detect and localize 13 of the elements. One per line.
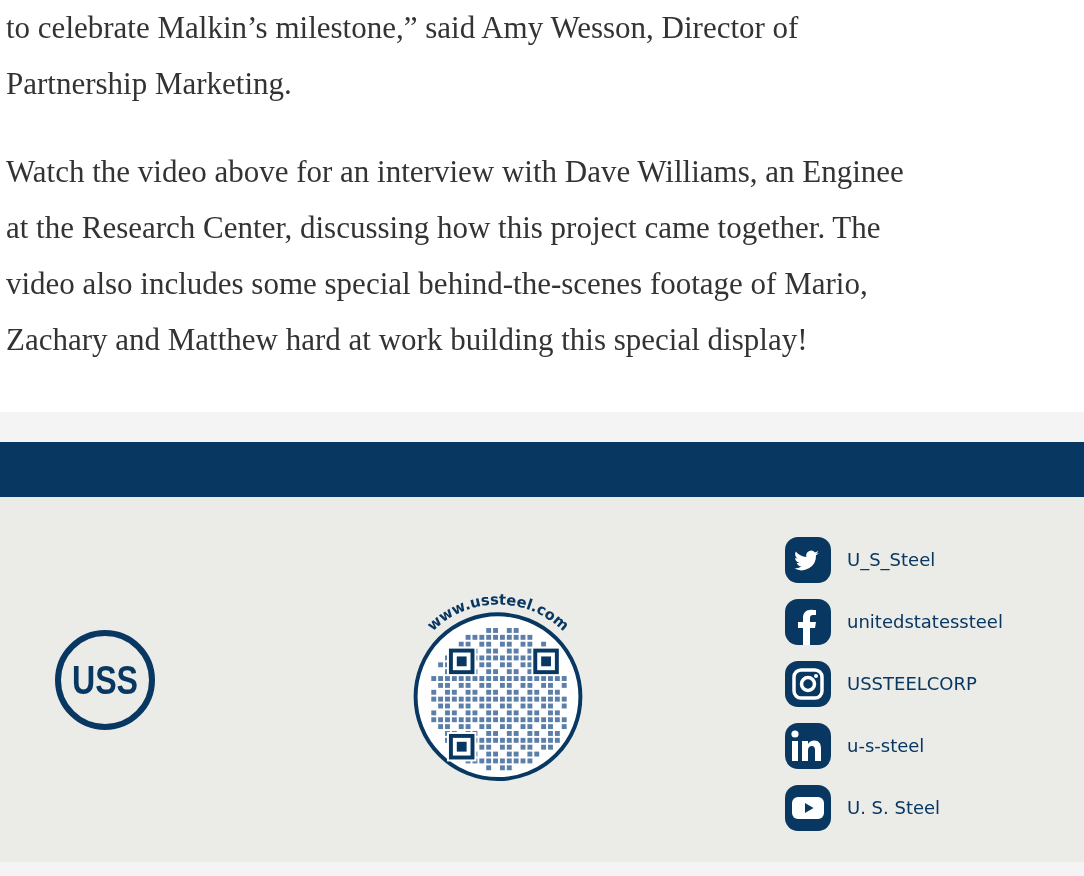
facebook-icon[interactable] xyxy=(785,598,831,645)
play-icon[interactable] xyxy=(785,784,831,831)
logo: USS xyxy=(53,627,157,732)
bird-icon[interactable] xyxy=(785,536,831,583)
social-handle[interactable]: U. S. Steel xyxy=(847,794,941,821)
social-handle[interactable]: USSTEELCORP xyxy=(847,670,977,697)
paragraph: to celebrate Malkin’s milestone,” said Amy Wesson, Director of Partnership Marketing. xyxy=(6,9,800,103)
social-handle[interactable]: u-s-steel xyxy=(847,732,925,759)
camera-icon[interactable] xyxy=(785,660,831,707)
social-handle[interactable]: U_S_Steel xyxy=(847,546,936,573)
social-handle[interactable]: unitedstatessteel xyxy=(847,608,1003,635)
paragraph: Watch the video above for an interview with Dave Williams, an Enginee at the Research Center, discussing how this project came together. The video also includes some special behind-the-scenes footage of Mario, Zachary and Matthew hard at work building this special display! xyxy=(6,153,905,359)
linkedin-icon[interactable] xyxy=(785,722,831,769)
